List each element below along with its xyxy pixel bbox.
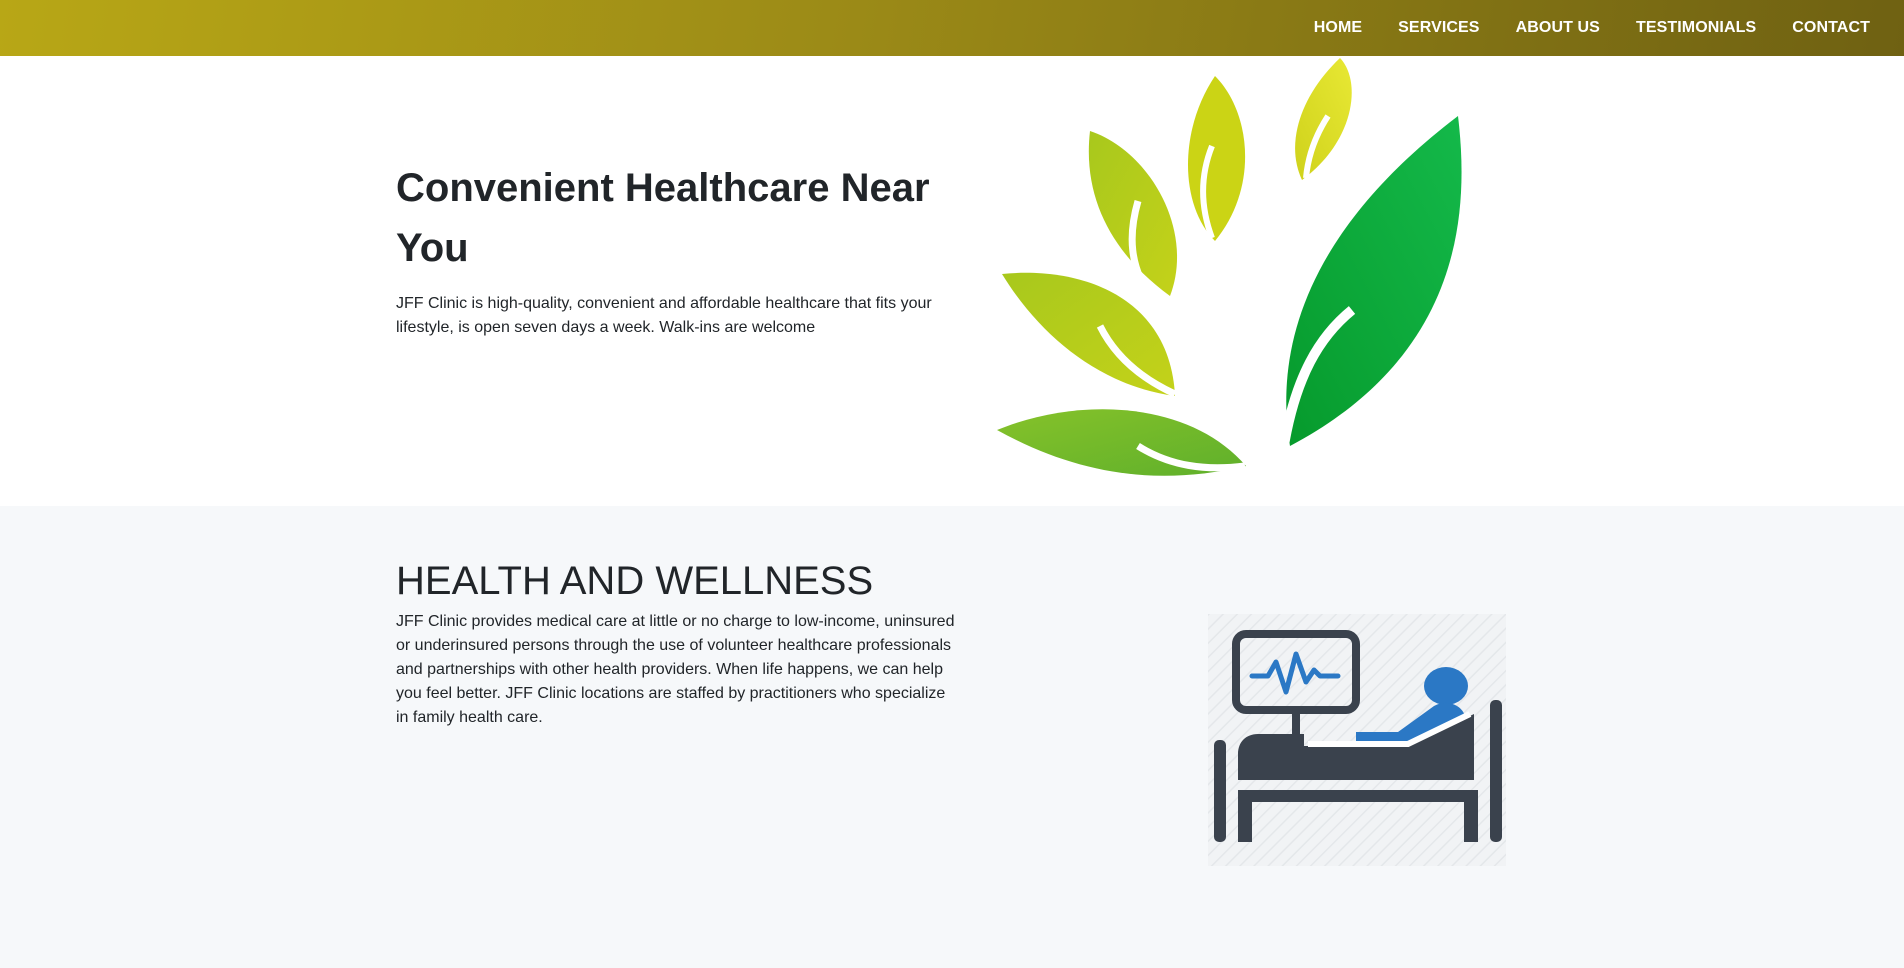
health-wellness-section: HEALTH AND WELLNESS JFF Clinic provides …	[0, 506, 1904, 968]
nav-about-us-link[interactable]: ABOUT US	[1516, 19, 1600, 37]
hospital-patient-icon	[1208, 614, 1506, 866]
nav-contact-link[interactable]: CONTACT	[1792, 19, 1870, 37]
nav-services-link[interactable]: SERVICES	[1398, 19, 1479, 37]
wellness-description: JFF Clinic provides medical care at litt…	[396, 613, 955, 726]
top-navbar: HOME SERVICES ABOUT US TESTIMONIALS CONT…	[0, 0, 1904, 56]
hero-description: JFF Clinic is high-quality, convenient a…	[396, 295, 932, 336]
leaves-logo-icon	[997, 58, 1462, 476]
leaf-mid-yellow	[1187, 76, 1246, 241]
hero-title: Convenient Healthcare Near You	[396, 166, 930, 270]
nav-home-link[interactable]: HOME	[1314, 19, 1362, 37]
hero-section: Convenient Healthcare Near You JFF Clini…	[0, 56, 1904, 506]
nav-testimonials-link[interactable]: TESTIMONIALS	[1636, 19, 1756, 37]
wellness-title: HEALTH AND WELLNESS	[396, 559, 874, 603]
